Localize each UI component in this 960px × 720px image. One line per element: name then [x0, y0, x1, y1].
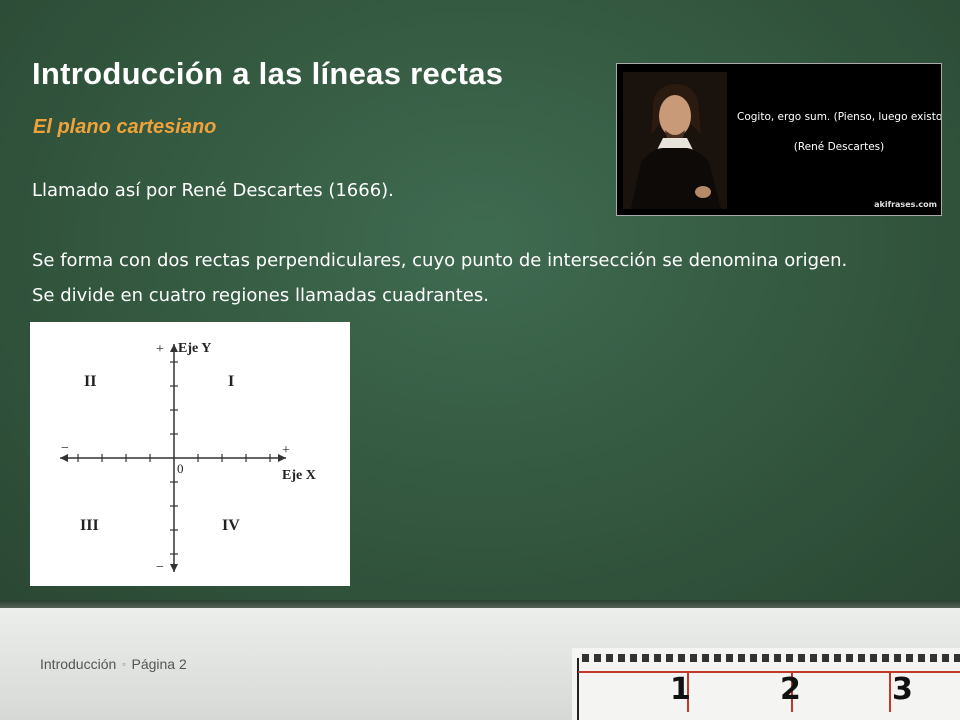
quadrant-i-label: I: [228, 373, 234, 390]
y-minus-sign: −: [156, 560, 164, 575]
descartes-portrait: [623, 72, 727, 209]
y-axis-arrow-down: [170, 564, 178, 572]
ruler-tick: [858, 654, 865, 662]
ruler-tick: [942, 654, 949, 662]
ruler-tick: [738, 654, 745, 662]
ruler-tick: [630, 654, 637, 662]
ruler-tick: [726, 654, 733, 662]
ruler-tick: [906, 654, 913, 662]
ruler-tick: [882, 654, 889, 662]
footer-separator-icon: ▫: [122, 659, 126, 669]
quadrant-ii-label: II: [84, 373, 96, 390]
y-plus-sign: +: [156, 342, 164, 357]
y-axis-label: Eje Y: [178, 341, 211, 356]
body-line-descartes: Llamado así por René Descartes (1666).: [32, 180, 394, 201]
ruler-tick: [642, 654, 649, 662]
ruler-tick: [786, 654, 793, 662]
ruler-tick: [918, 654, 925, 662]
origin-label: 0: [177, 461, 184, 476]
ruler-tick: [810, 654, 817, 662]
ruler-tick: [846, 654, 853, 662]
ruler-tick: [678, 654, 685, 662]
ruler-tick: [618, 654, 625, 662]
x-axis-label: Eje X: [282, 468, 316, 483]
ruler-tick: [822, 654, 829, 662]
body-line-origin: Se forma con dos rectas perpendiculares,…: [32, 250, 848, 271]
ruler-tick: [606, 654, 613, 662]
slide-subtitle: El plano cartesiano: [33, 116, 217, 138]
footer-page: Página 2: [131, 656, 187, 672]
quote-text: Cogito, ergo sum. (Pienso, luego existo)…: [737, 111, 942, 123]
ruler-tick: [870, 654, 877, 662]
ruler-number-2: 2: [780, 672, 801, 707]
quadrant-iii-label: III: [80, 517, 99, 534]
ruler-tick: [930, 654, 937, 662]
ruler-tick: [690, 654, 697, 662]
ruler-tick: [594, 654, 601, 662]
ruler-tick: [714, 654, 721, 662]
ruler-tick: [666, 654, 673, 662]
ruler-tick: [582, 654, 589, 662]
y-axis-arrow-up: [170, 344, 178, 352]
ruler-number-3: 3: [892, 672, 913, 707]
ruler-tick: [774, 654, 781, 662]
ruler-tick: [798, 654, 805, 662]
ruler-tick: [702, 654, 709, 662]
cartesian-plane-svg: Eje Y Eje X 0 + − + − I II III IV: [60, 341, 316, 575]
quadrant-iv-label: IV: [222, 517, 240, 534]
watermark-text: akifrases.com: [874, 200, 937, 209]
quote-author: (René Descartes): [793, 141, 885, 153]
cartesian-plane-figure: Eje Y Eje X 0 + − + − I II III IV: [30, 322, 350, 586]
x-plus-sign: +: [282, 443, 290, 458]
ruler-number-1: 1: [670, 672, 691, 707]
ruler-tick: [750, 654, 757, 662]
ruler-tick: [894, 654, 901, 662]
slide-title: Introducción a las líneas rectas: [32, 56, 504, 91]
ruler-tick: [762, 654, 769, 662]
ruler-tick: [834, 654, 841, 662]
footer-section: Introducción: [40, 656, 117, 672]
x-minus-sign: −: [61, 441, 69, 456]
ruler-tick: [654, 654, 661, 662]
body-line-quadrants: Se divide en cuatro regiones llamadas cu…: [32, 285, 489, 306]
ruler-tick: [954, 654, 960, 662]
footer-label: Introducción ▫ Página 2: [40, 656, 187, 672]
descartes-quote-image: Cogito, ergo sum. (Pienso, luego existo)…: [616, 63, 942, 216]
